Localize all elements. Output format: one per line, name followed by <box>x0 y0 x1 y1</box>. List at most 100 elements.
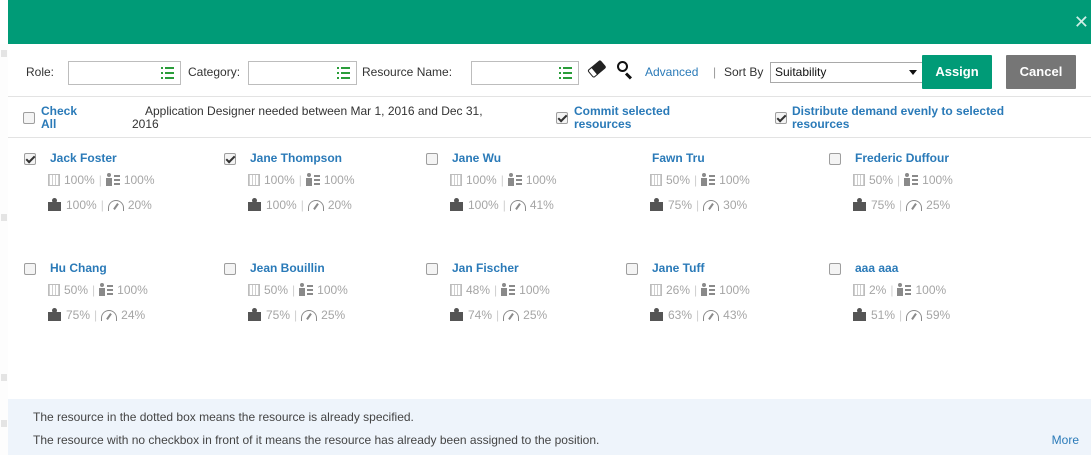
match-value: 75% <box>66 308 91 322</box>
people-list-icon <box>105 173 120 186</box>
resource-name[interactable]: Fawn Tru <box>652 151 705 165</box>
commit-selected-label[interactable]: Commit selected resources <box>574 105 670 131</box>
puzzle-icon <box>853 308 867 321</box>
resource-card[interactable]: Frederic Duffour 50% | 100% 75% | 25% <box>829 151 1029 231</box>
resource-card[interactable]: Jack Foster 100% | 100% 100% | 20% <box>24 151 224 231</box>
resource-name[interactable]: aaa aaa <box>855 261 898 275</box>
resource-card[interactable]: Jane Wu 100% | 100% 100% | 41% <box>426 151 626 231</box>
match-value: 75% <box>668 198 693 212</box>
resource-card[interactable]: Jan Fischer 48% | 100% 74% | 25% <box>426 261 626 341</box>
resource-checkbox[interactable] <box>426 153 438 165</box>
puzzle-icon <box>650 198 664 211</box>
resource-name-input[interactable] <box>471 61 579 85</box>
match-value: 100% <box>66 198 97 212</box>
resource-name[interactable]: Hu Chang <box>50 261 107 275</box>
resource-checkbox[interactable] <box>426 263 438 275</box>
calendar-icon <box>450 284 462 296</box>
people-list-icon <box>897 283 912 296</box>
resource-card[interactable]: Jane Thompson 100% | 100% 100% | 20% <box>224 151 424 231</box>
role-input[interactable] <box>68 61 181 85</box>
puzzle-icon <box>450 198 464 211</box>
check-all-label[interactable]: Check All <box>41 105 77 131</box>
gauge-icon <box>906 310 923 321</box>
resource-name[interactable]: Jean Bouillin <box>250 261 325 275</box>
resource-card[interactable]: Jean Bouillin 50% | 100% 75% | 25% <box>224 261 424 341</box>
gauge-icon <box>101 310 118 321</box>
resource-checkbox[interactable] <box>24 153 36 165</box>
gauge-icon <box>703 200 720 211</box>
gauge-icon <box>107 200 124 211</box>
availability-value: 100% <box>64 173 95 187</box>
advanced-link[interactable]: Advanced <box>645 65 698 79</box>
category-label: Category: <box>188 65 241 79</box>
gauge-icon <box>906 200 923 211</box>
resource-name[interactable]: Jane Tuff <box>652 261 704 275</box>
performance-value: 59% <box>926 308 951 322</box>
calendar-icon <box>853 284 865 296</box>
cancel-button[interactable]: Cancel <box>1006 55 1076 89</box>
check-all-checkbox[interactable] <box>23 112 35 124</box>
skills-value: 100% <box>719 173 750 187</box>
availability-value: 26% <box>666 283 691 297</box>
resource-name[interactable]: Jack Foster <box>50 151 117 165</box>
resource-name[interactable]: Frederic Duffour <box>855 151 949 165</box>
resource-card[interactable]: Hu Chang 50% | 100% 75% | 24% <box>24 261 224 341</box>
gauge-icon <box>503 310 520 321</box>
calendar-icon <box>48 284 60 296</box>
assign-button[interactable]: Assign <box>922 55 992 89</box>
calendar-icon <box>48 174 60 186</box>
skills-value: 100% <box>525 173 557 187</box>
calendar-icon <box>248 174 260 186</box>
resource-checkbox[interactable] <box>224 263 236 275</box>
eraser-icon[interactable] <box>589 59 607 77</box>
sort-by-label: Sort By <box>724 65 764 79</box>
more-link[interactable]: More <box>1052 433 1079 447</box>
puzzle-icon <box>248 198 262 211</box>
performance-value: 41% <box>529 198 554 212</box>
legend-dotted-box-note: The resource in the dotted box means the… <box>33 410 414 424</box>
distribute-evenly-label[interactable]: Distribute demand evenly to selected reso… <box>792 105 1004 131</box>
performance-value: 25% <box>926 198 951 212</box>
calendar-icon <box>450 174 462 186</box>
legend-no-checkbox-note: The resource with no checkbox in front o… <box>33 433 600 447</box>
resource-checkbox[interactable] <box>224 153 236 165</box>
distribute-evenly-checkbox[interactable] <box>775 112 787 124</box>
resource-card[interactable]: Fawn Tru 50% | 100% 75% | 30% <box>626 151 826 231</box>
commit-selected-checkbox[interactable] <box>556 112 568 124</box>
category-input[interactable] <box>248 61 357 85</box>
availability-value: 50% <box>64 283 89 297</box>
skills-value: 100% <box>317 283 348 297</box>
people-list-icon <box>701 173 716 186</box>
performance-value: 30% <box>723 198 748 212</box>
resource-checkbox[interactable] <box>626 263 638 275</box>
match-value: 74% <box>468 308 493 322</box>
close-icon[interactable]: ✕ <box>1074 14 1089 32</box>
list-picker-icon[interactable] <box>161 67 174 79</box>
people-list-icon <box>904 173 919 186</box>
resource-card[interactable]: Jane Tuff 26% | 100% 63% | 43% <box>626 261 826 341</box>
resource-name[interactable]: Jane Thompson <box>250 151 342 165</box>
resource-name[interactable]: Jane Wu <box>452 151 501 165</box>
match-value: 51% <box>871 308 896 322</box>
skills-value: 100% <box>922 173 953 187</box>
resource-card[interactable]: aaa aaa 2% | 100% 51% | 59% <box>829 261 1029 341</box>
resource-checkbox[interactable] <box>24 263 36 275</box>
people-list-icon <box>305 173 320 186</box>
puzzle-icon <box>450 308 464 321</box>
resource-name-label: Resource Name: <box>362 65 453 79</box>
calendar-icon <box>650 174 662 186</box>
list-picker-icon[interactable] <box>337 67 350 79</box>
availability-value: 50% <box>264 283 289 297</box>
people-list-icon <box>299 283 314 296</box>
performance-value: 20% <box>127 198 152 212</box>
resource-name[interactable]: Jan Fischer <box>452 261 519 275</box>
people-list-icon <box>501 283 516 296</box>
resource-checkbox[interactable] <box>829 263 841 275</box>
resource-checkbox[interactable] <box>829 153 841 165</box>
performance-value: 43% <box>723 308 748 322</box>
availability-value: 2% <box>869 283 887 297</box>
list-picker-icon[interactable] <box>559 67 572 79</box>
demand-description: Application Designer needed between Mar … <box>132 104 483 131</box>
search-icon[interactable] <box>617 61 633 80</box>
sort-by-select[interactable]: Suitability <box>770 62 925 83</box>
